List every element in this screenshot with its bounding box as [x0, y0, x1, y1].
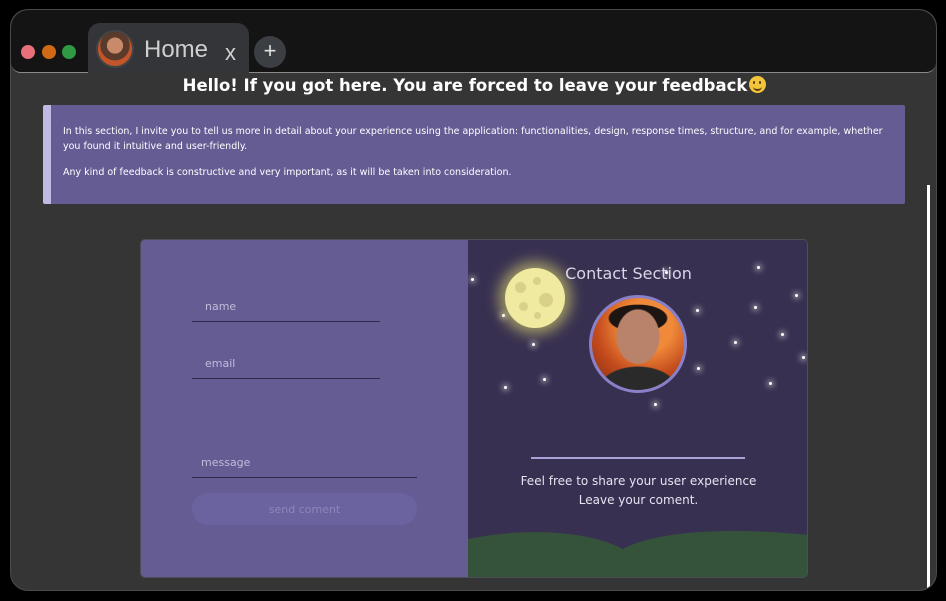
intro-blockquote: In this section, I invite you to tell us…	[43, 105, 905, 204]
tab-close-icon[interactable]: x	[225, 40, 236, 66]
star-icon	[654, 403, 657, 406]
intro-paragraph: Any kind of feedback is constructive and…	[63, 167, 512, 178]
contact-title-text: Contact Section	[565, 264, 692, 283]
title-bar: Home x +	[11, 10, 936, 73]
star-icon	[802, 356, 805, 359]
feedback-form: send coment	[141, 240, 468, 577]
wink-emoji-icon	[749, 76, 767, 93]
tab-home[interactable]: Home x	[88, 23, 249, 73]
star-icon	[532, 343, 535, 346]
close-window-button[interactable]	[21, 45, 35, 59]
star-icon	[754, 306, 757, 309]
name-input[interactable]	[192, 292, 380, 322]
message-input[interactable]	[192, 448, 417, 478]
star-icon	[543, 378, 546, 381]
scrollbar[interactable]	[927, 185, 930, 590]
star-icon	[502, 314, 505, 317]
new-tab-button[interactable]: +	[254, 36, 286, 68]
browser-window: Home x + Hello! If you got here. You are…	[10, 9, 937, 591]
star-icon	[504, 386, 507, 389]
star-icon	[781, 333, 784, 336]
tab-title: Home	[144, 36, 209, 63]
star-icon	[696, 309, 699, 312]
intro-paragraph: In this section, I invite you to tell us…	[63, 126, 883, 152]
maximize-window-button[interactable]	[62, 45, 76, 59]
headline-text: Hello! If you got here. You are forced t…	[182, 76, 748, 95]
feedback-card: send coment	[140, 239, 808, 578]
page-headline: Hello! If you got here. You are forced t…	[11, 76, 936, 95]
contact-title: Contact Section	[468, 264, 807, 283]
profile-avatar	[589, 295, 687, 393]
star-icon	[734, 341, 737, 344]
hills-decoration	[468, 530, 807, 577]
send-comment-button[interactable]: send coment	[192, 493, 417, 525]
star-icon	[769, 382, 772, 385]
contact-line: Leave your coment.	[578, 493, 699, 507]
contact-message: Feel free to share your user experience …	[468, 472, 807, 510]
star-icon	[795, 294, 798, 297]
minimize-window-button[interactable]	[42, 45, 56, 59]
contact-line: Feel free to share your user experience	[520, 474, 757, 488]
tab-favicon-avatar	[96, 30, 134, 68]
star-icon	[697, 367, 700, 370]
divider	[531, 457, 745, 459]
email-input[interactable]	[192, 349, 380, 379]
contact-section: Contact Section Feel free to share your …	[468, 240, 807, 577]
